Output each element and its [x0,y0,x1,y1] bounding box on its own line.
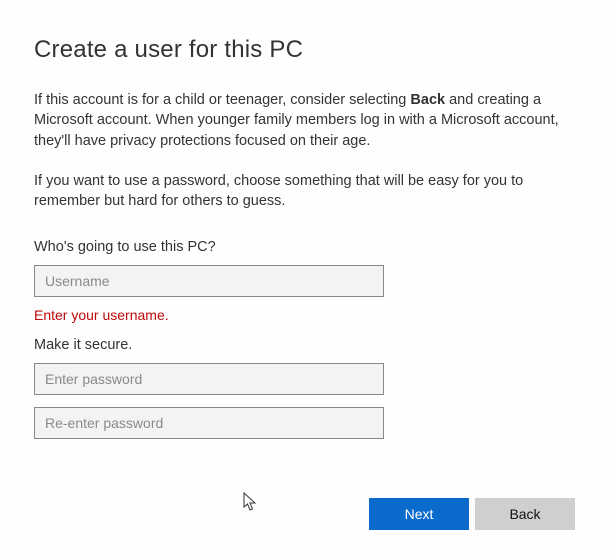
error-username: Enter your username. [34,307,575,323]
info-password-tip: If you want to use a password, choose so… [34,171,575,212]
confirm-password-field[interactable] [34,407,384,439]
username-field[interactable] [34,265,384,297]
label-secure: Make it secure. [34,337,575,353]
password-field[interactable] [34,363,384,395]
footer-buttons: Next Back [369,498,575,530]
info-account-type: If this account is for a child or teenag… [34,90,575,151]
cursor-icon [243,492,259,512]
label-who: Who's going to use this PC? [34,239,575,255]
page-title: Create a user for this PC [34,36,575,64]
back-button[interactable]: Back [475,498,575,530]
next-button[interactable]: Next [369,498,469,530]
info-bold-back: Back [410,92,445,108]
info-pre: If this account is for a child or teenag… [34,92,410,108]
